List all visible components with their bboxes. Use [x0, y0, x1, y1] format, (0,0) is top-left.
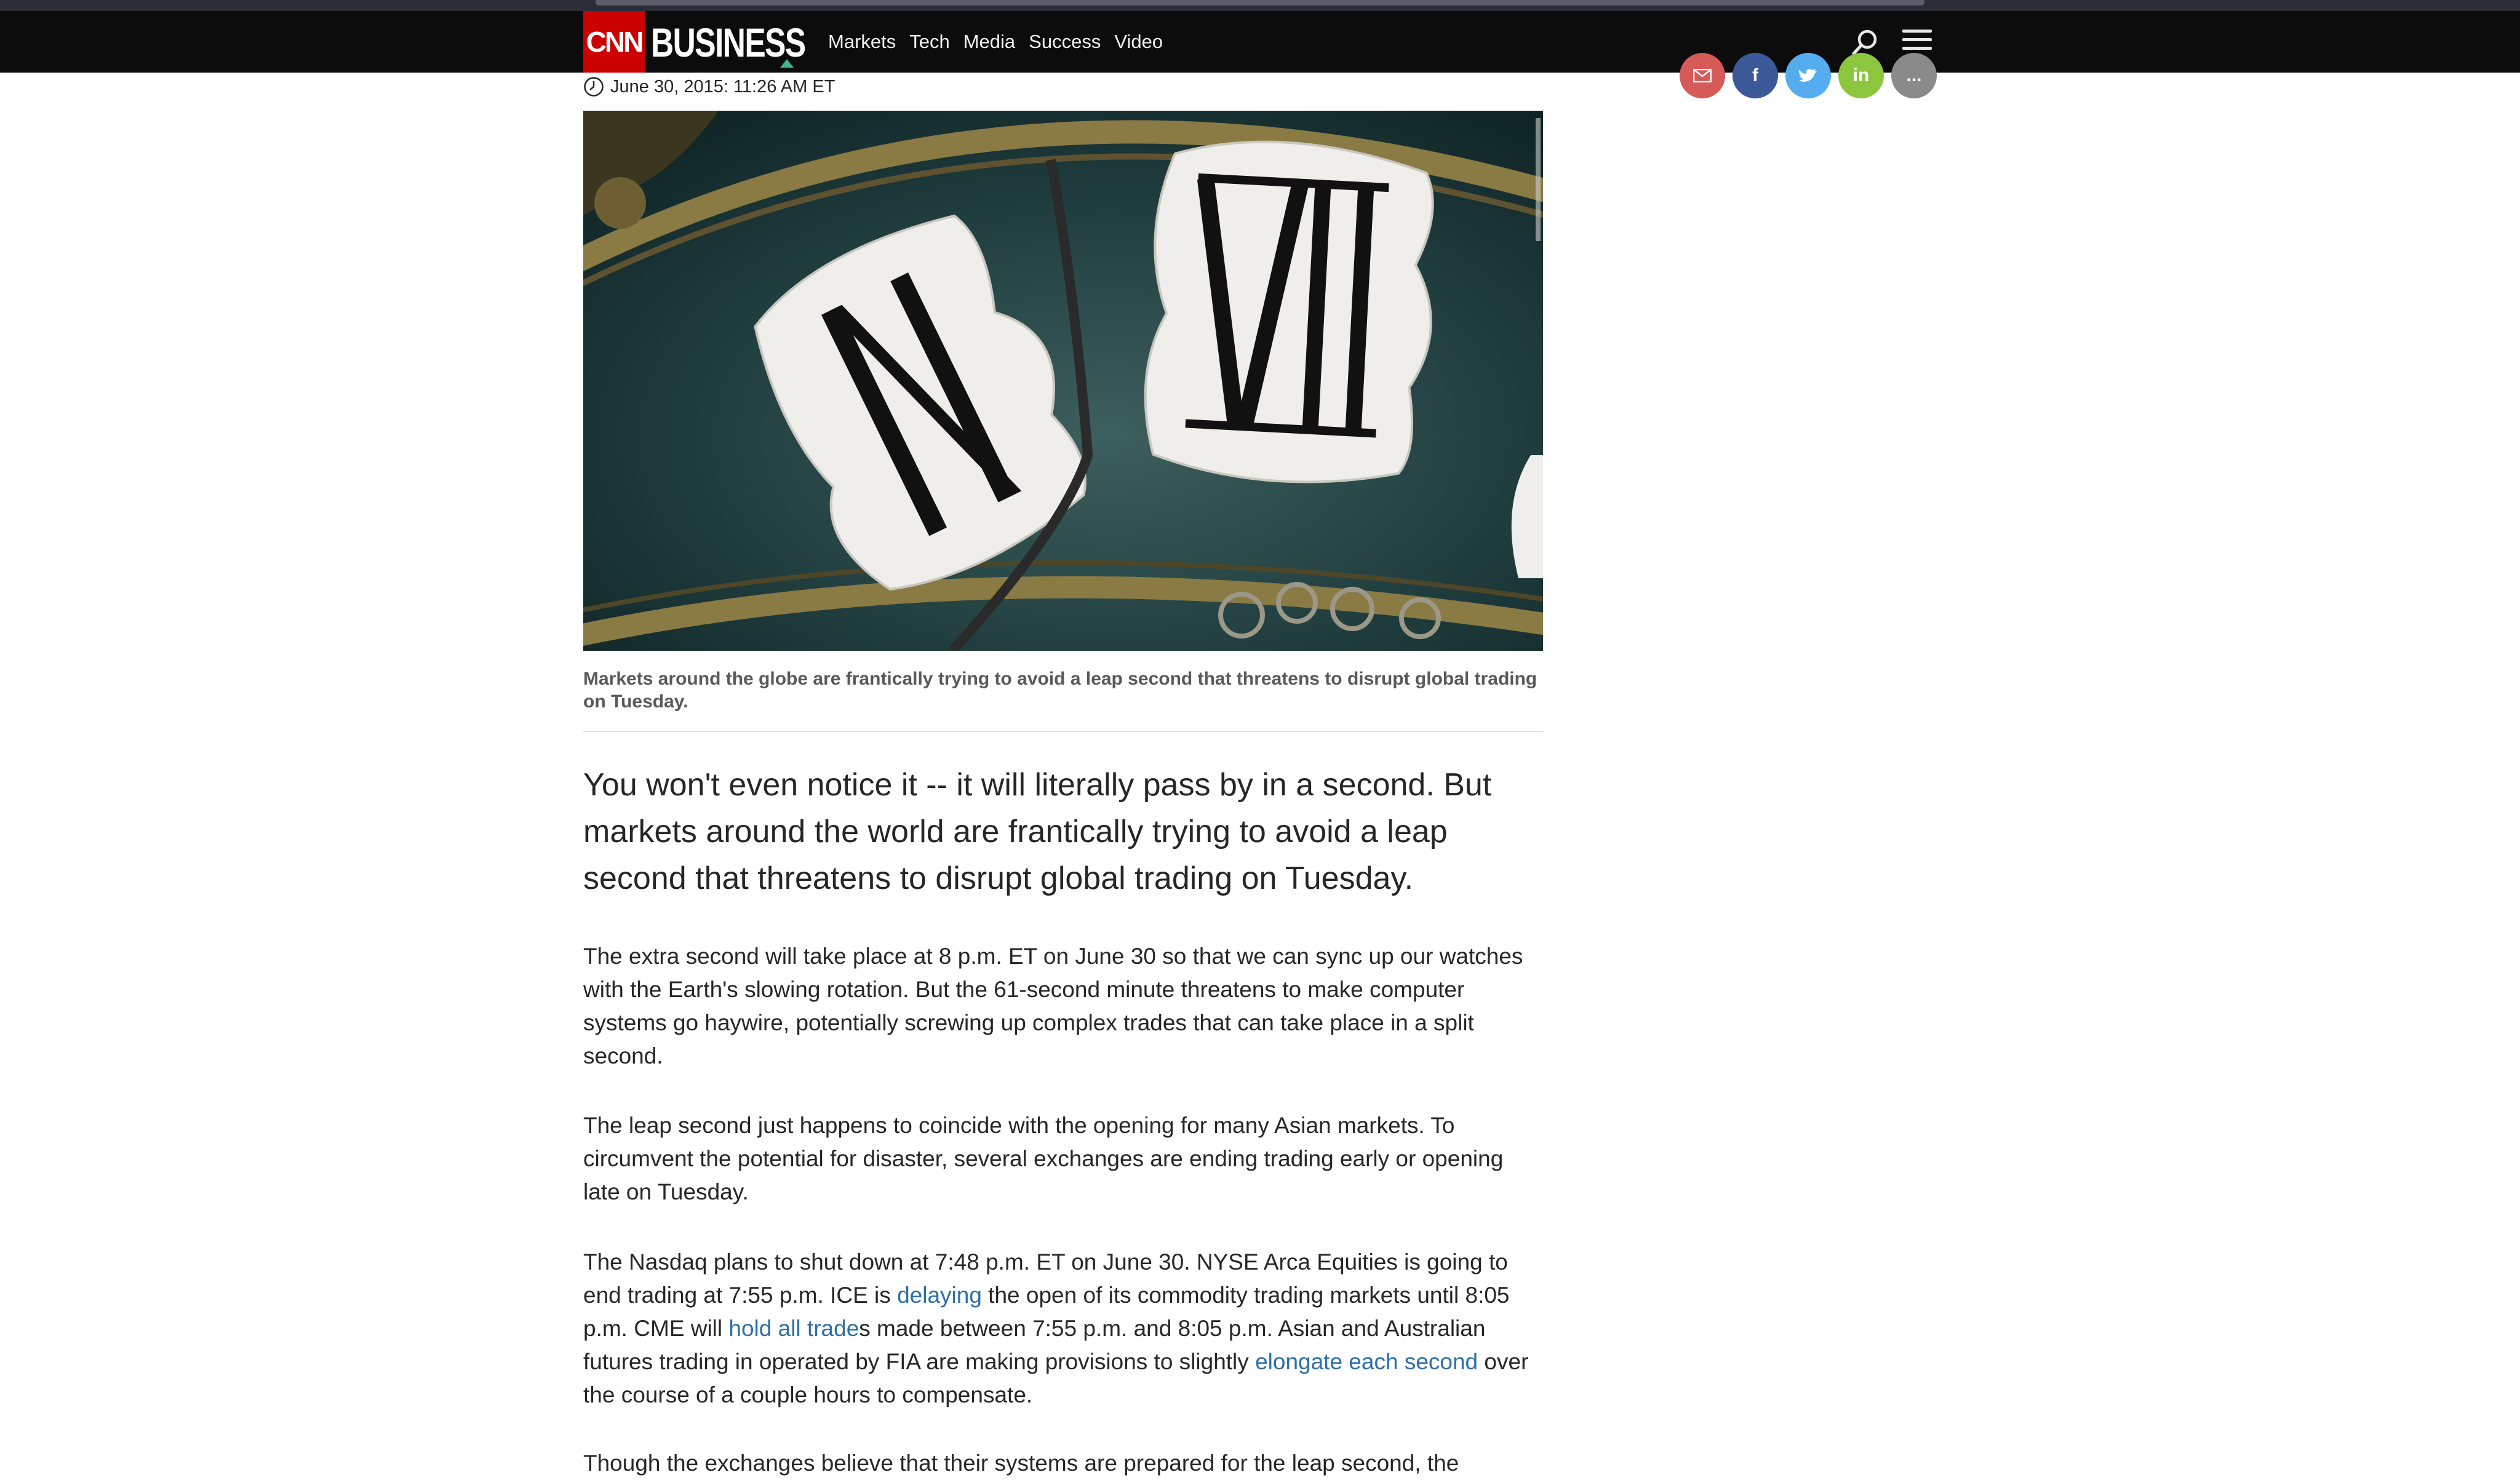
timestamp-text: June 30, 2015: 11:26 AM ET [610, 76, 835, 97]
frame-scroll-indicator [596, 0, 1924, 6]
share-linkedin-button[interactable]: in [1838, 53, 1884, 98]
link-elongate-each-second[interactable]: elongate each second [1255, 1349, 1478, 1374]
mail-icon [1693, 69, 1712, 82]
link-hold-all-trades[interactable]: hold all trade [728, 1316, 859, 1341]
logo-triangle-icon [780, 59, 794, 68]
share-twitter-button[interactable] [1785, 53, 1831, 98]
nav-link-media[interactable]: Media [963, 31, 1015, 53]
linkedin-icon: in [1852, 65, 1870, 86]
facebook-icon: f [1752, 65, 1758, 86]
caption-divider [583, 731, 1543, 732]
cnn-logo[interactable]: CNN [583, 11, 645, 73]
more-icon: ... [1906, 65, 1922, 86]
twitter-icon [1798, 69, 1817, 82]
top-navigation-bar: CNN BUSINESS Markets Tech Media Success … [0, 11, 2520, 73]
hamburger-menu-icon[interactable] [1902, 30, 1932, 54]
nav-link-tech[interactable]: Tech [909, 31, 949, 53]
article-paragraph: The extra second will take place at 8 p.… [583, 944, 1523, 1068]
article-paragraph: The leap second just happens to coincide… [583, 1113, 1504, 1204]
nav-link-video[interactable]: Video [1114, 31, 1163, 53]
nav-link-markets[interactable]: Markets [828, 31, 896, 53]
clock-face-photo [583, 111, 1543, 651]
clock-icon [584, 77, 604, 97]
article-hero-image [583, 111, 1543, 651]
article-lead-paragraph: You won't even notice it -- it will lite… [583, 767, 1492, 896]
nav-link-success[interactable]: Success [1029, 31, 1101, 53]
business-logo[interactable]: BUSINESS [651, 21, 806, 64]
share-buttons: f in ... [1680, 53, 1937, 98]
article-paragraph: The Nasdaq plans to shut down at 7:48 p.… [583, 1246, 1543, 1412]
share-facebook-button[interactable]: f [1732, 53, 1778, 98]
share-email-button[interactable] [1680, 53, 1725, 98]
article-timestamp: June 30, 2015: 11:26 AM ET [583, 75, 835, 98]
section-nav: Markets Tech Media Success Video [828, 11, 1163, 73]
share-more-button[interactable]: ... [1891, 53, 1937, 98]
link-delaying[interactable]: delaying [897, 1283, 982, 1308]
image-caption: Markets around the globe are frantically… [583, 669, 1537, 712]
article-paragraph-partial: Though the exchanges believe that their … [583, 1450, 1459, 1476]
